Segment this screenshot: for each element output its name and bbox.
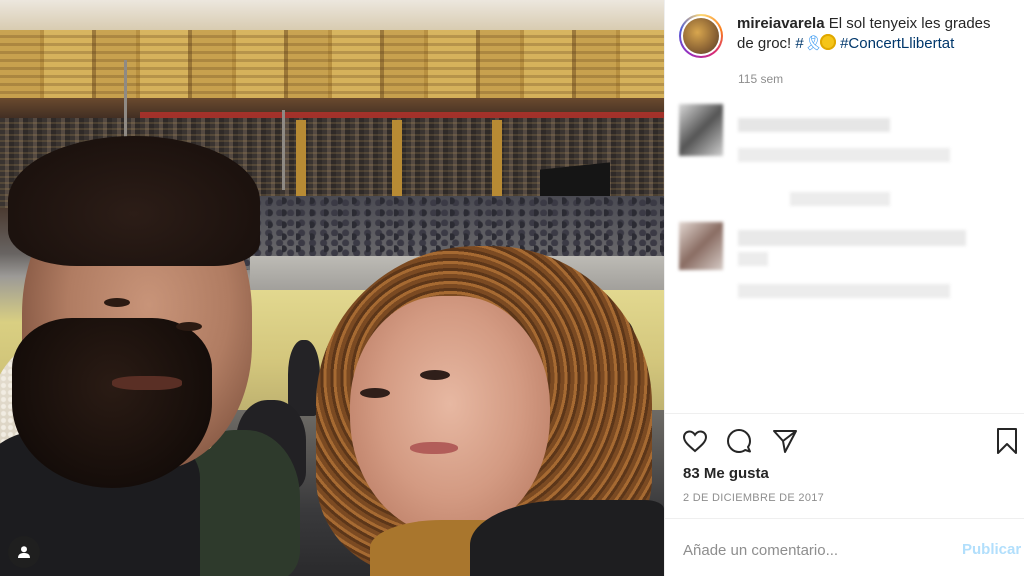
blurred-comment-line <box>738 284 950 298</box>
post-time-ago[interactable]: 115 sem <box>738 72 783 86</box>
user-icon <box>18 546 30 558</box>
comment-button[interactable] <box>724 426 754 456</box>
blurred-comment-line <box>738 230 966 246</box>
stadium-pillar <box>392 120 402 200</box>
yellow-ribbon-icon: 🎗 <box>803 35 823 52</box>
caption: mireiavarela El sol tenyeix les grades d… <box>737 14 1009 58</box>
bookmark-icon <box>997 428 1017 454</box>
blurred-comment-line <box>738 252 768 266</box>
blurred-comment-line <box>738 148 950 162</box>
heart-icon <box>682 430 708 453</box>
comment-input[interactable] <box>683 540 943 560</box>
share-button[interactable] <box>770 426 800 456</box>
hashtag-link[interactable]: #ConcertLlibertat <box>840 35 954 52</box>
post-photo[interactable] <box>0 0 664 576</box>
likes-count[interactable]: 83 Me gusta <box>683 465 769 482</box>
post-date: 2 DE DICIEMBRE DE 2017 <box>683 492 825 504</box>
username-link[interactable]: mireiavarela <box>737 15 825 32</box>
blurred-commenter-avatar <box>679 222 723 270</box>
light-truss <box>124 60 127 140</box>
woman-eye <box>360 388 390 398</box>
hashtag-link[interactable]: # <box>795 35 803 52</box>
stadium-pillar <box>296 120 306 200</box>
action-bar <box>680 426 1020 456</box>
man-eye <box>104 298 130 307</box>
comment-icon <box>727 429 751 453</box>
avatar-image <box>683 18 719 54</box>
blurred-commenter-avatar <box>679 104 723 156</box>
like-button[interactable] <box>680 426 710 456</box>
divider <box>664 413 1024 414</box>
man-mouth <box>112 376 182 390</box>
avatar[interactable] <box>679 14 723 58</box>
woman-eye <box>420 370 450 380</box>
man-beard <box>12 318 212 488</box>
light-truss <box>282 110 285 190</box>
woman-face <box>350 296 550 536</box>
tagged-users-button[interactable] <box>8 536 40 568</box>
stadium-pillar <box>492 120 502 200</box>
caption-row: mireiavarela El sol tenyeix les grades d… <box>679 14 1009 58</box>
blurred-comment-line <box>790 192 890 206</box>
divider <box>664 518 1024 519</box>
woman-mouth <box>410 442 458 454</box>
blurred-comment-line <box>738 118 890 132</box>
man-eye <box>176 322 202 331</box>
man-hair <box>8 136 260 266</box>
paper-plane-icon <box>773 430 797 453</box>
publish-button[interactable]: Publicar <box>962 541 1021 558</box>
save-button[interactable] <box>992 426 1022 456</box>
sun-emoji-icon <box>819 34 836 50</box>
